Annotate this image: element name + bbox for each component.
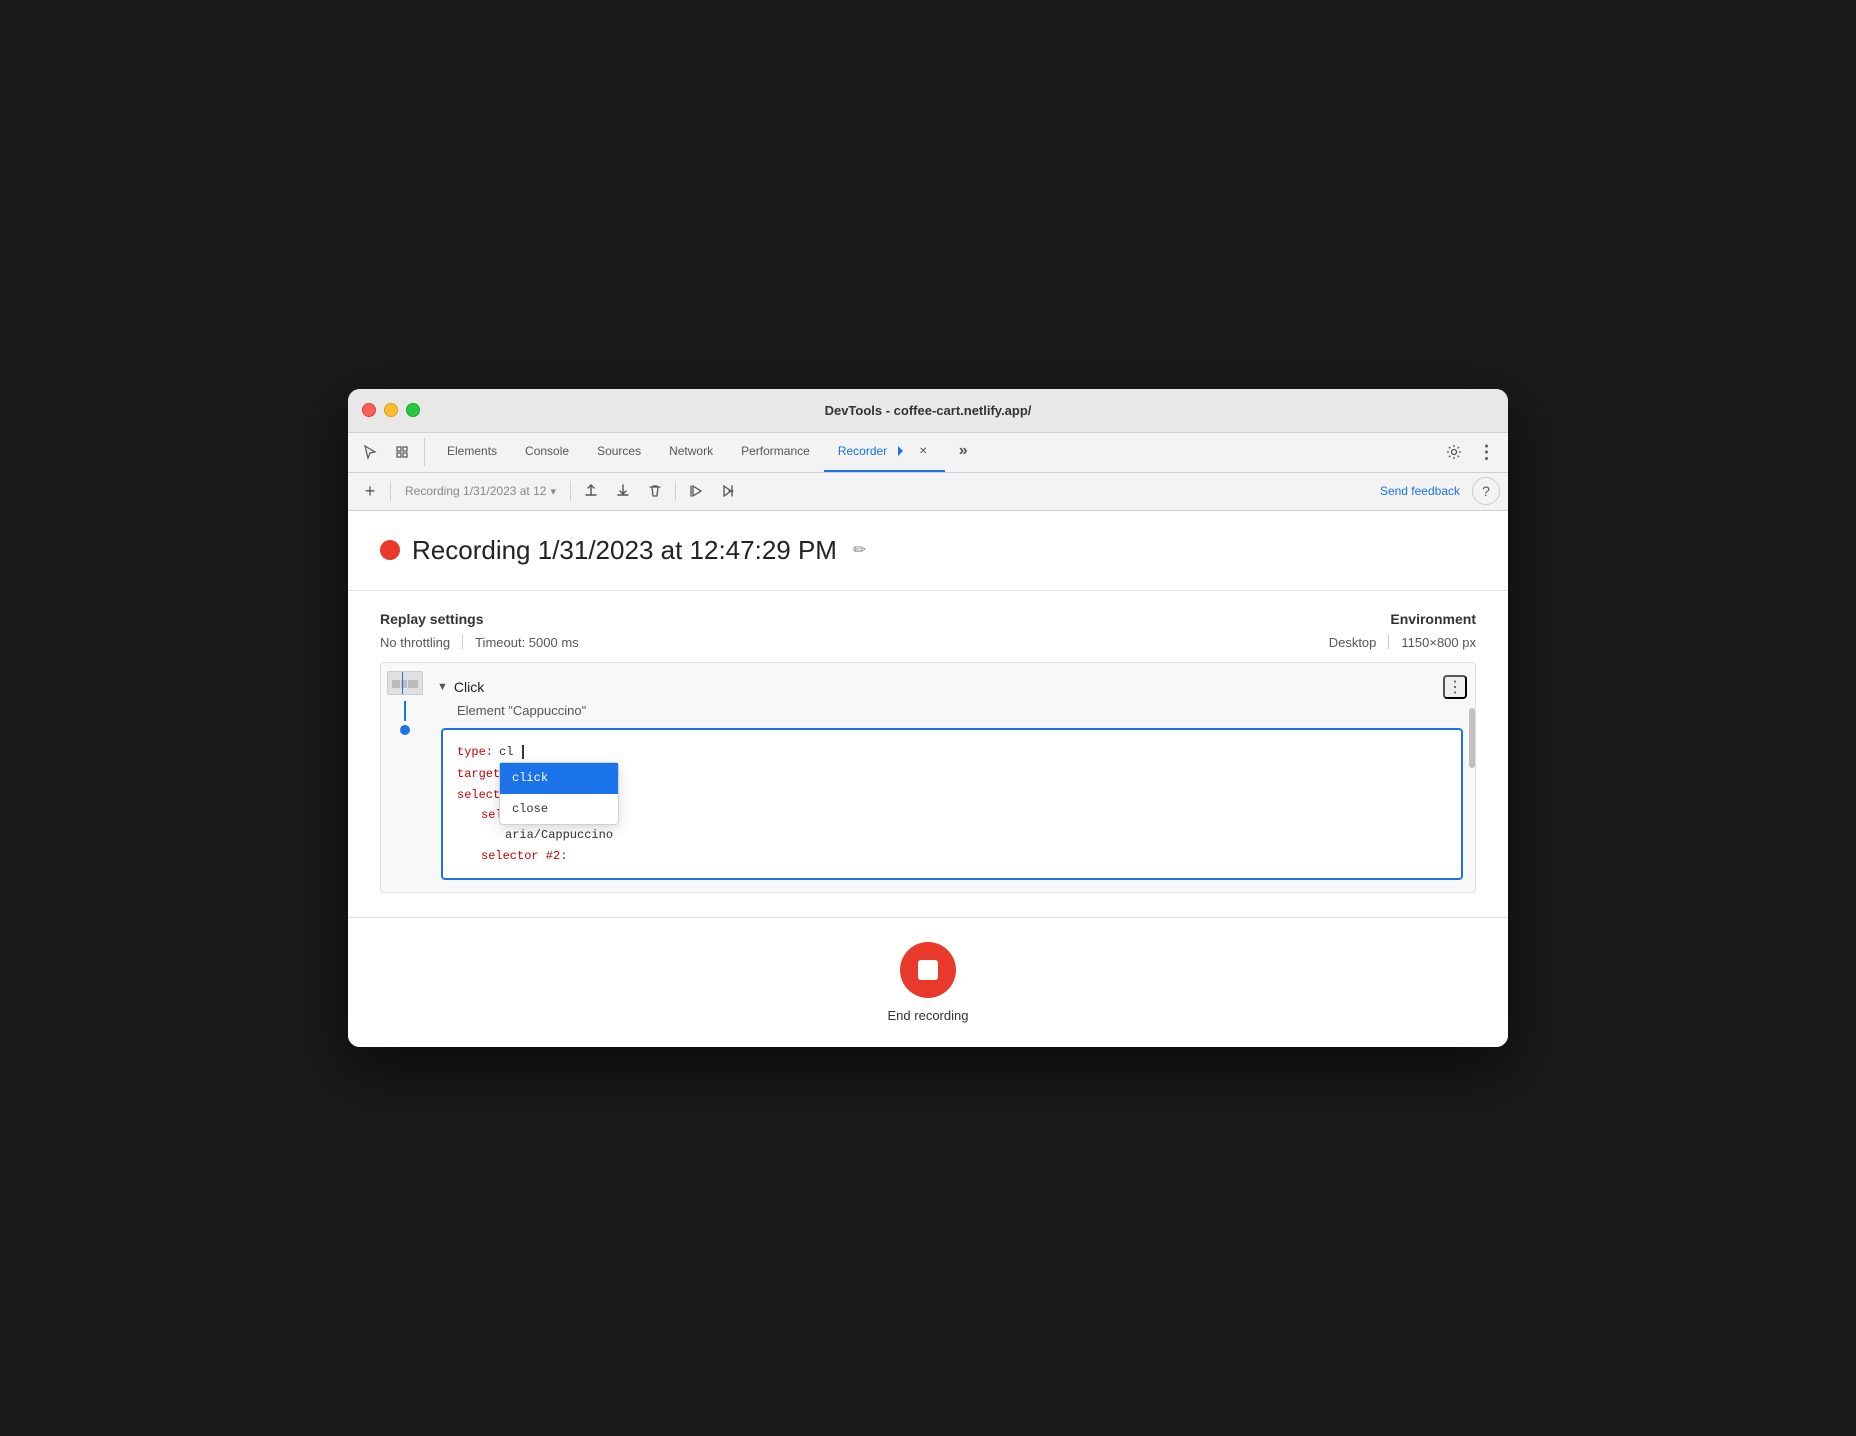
scrollbar-thumb[interactable] [1469, 708, 1475, 768]
export-button[interactable] [577, 477, 605, 505]
type-value: cl [499, 745, 513, 759]
fullscreen-button[interactable] [406, 403, 420, 417]
help-button[interactable]: ? [1472, 477, 1500, 505]
cursor-icon-button[interactable] [356, 438, 384, 466]
window-title: DevTools - coffee-cart.netlify.app/ [825, 403, 1032, 418]
timeout-value: Timeout: 5000 ms [475, 635, 579, 650]
step-thumbnail [387, 671, 423, 695]
more-tabs-button[interactable]: » [949, 432, 977, 472]
autocomplete-item-click[interactable]: click [500, 763, 618, 793]
tab-recorder-close[interactable]: ✕ [915, 443, 931, 459]
recording-header: Recording 1/31/2023 at 12:47:29 PM ✏ [380, 535, 1476, 566]
code-line-type: type: cl click close [457, 742, 1447, 762]
tab-elements[interactable]: Elements [433, 432, 511, 472]
tab-network[interactable]: Network [655, 432, 727, 472]
code-editor[interactable]: type: cl click close [441, 728, 1463, 880]
code-line-selector2: selector #2: [457, 846, 1447, 866]
settings-separator [462, 635, 463, 649]
tab-console[interactable]: Console [511, 432, 583, 472]
titlebar: DevTools - coffee-cart.netlify.app/ [348, 389, 1508, 433]
replay-button[interactable] [682, 477, 710, 505]
send-feedback-button[interactable]: Send feedback [1372, 480, 1468, 502]
environment-title: Environment [1329, 611, 1476, 627]
main-content: Recording 1/31/2023 at 12:47:29 PM ✏ Rep… [348, 511, 1508, 917]
chevron-down-icon: ▾ [550, 485, 556, 498]
tab-bar-right: ⋮ [1440, 438, 1500, 466]
toolbar-divider-2 [570, 481, 571, 501]
step-content: ▼ Click ⋮ Element "Cappuccino" type: [429, 663, 1475, 892]
replay-settings-values: No throttling Timeout: 5000 ms [380, 635, 579, 650]
autocomplete-item-close[interactable]: close [500, 794, 618, 824]
recording-dot [380, 540, 400, 560]
recording-select[interactable]: Recording 1/31/2023 at 12 ▾ [397, 477, 564, 505]
end-recording-label: End recording [888, 1008, 969, 1023]
step-replay-button[interactable] [714, 477, 742, 505]
toolbar-divider-3 [675, 481, 676, 501]
settings-row: Replay settings No throttling Timeout: 5… [380, 611, 1476, 650]
dimensions-value: 1150×800 px [1401, 635, 1476, 650]
new-recording-button[interactable]: + [356, 477, 384, 505]
code-line-selector1-val: aria/Cappuccino [457, 825, 1447, 845]
recorder-toolbar: + Recording 1/31/2023 at 12 ▾ [348, 473, 1508, 511]
step-header: ▼ Click ⋮ [437, 675, 1467, 699]
delete-button[interactable] [641, 477, 669, 505]
step-title-row: ▼ Click [437, 679, 484, 695]
toolbar-divider-1 [390, 481, 391, 501]
recording-title: Recording 1/31/2023 at 12:47:29 PM [412, 535, 837, 566]
tab-recorder[interactable]: Recorder ✕ [824, 432, 945, 472]
step-area-container: ▼ Click ⋮ Element "Cappuccino" type: [380, 662, 1476, 893]
env-separator [1388, 635, 1389, 649]
minimize-button[interactable] [384, 403, 398, 417]
more-options-button[interactable]: ⋮ [1472, 438, 1500, 466]
tab-bar: Elements Console Sources Network Perform… [348, 433, 1508, 473]
step-subtitle: Element "Cappuccino" [457, 703, 1467, 718]
section-divider [348, 590, 1508, 591]
close-button[interactable] [362, 403, 376, 417]
stop-icon [918, 960, 938, 980]
selector-value: aria/Cappuccino [505, 825, 613, 845]
timeline-line [404, 701, 406, 721]
step-name: Click [454, 679, 484, 695]
tab-performance[interactable]: Performance [727, 432, 824, 472]
import-button[interactable] [609, 477, 637, 505]
timeline-dot [400, 725, 410, 735]
step-area: ▼ Click ⋮ Element "Cappuccino" type: [380, 662, 1476, 893]
traffic-lights [362, 403, 420, 417]
autocomplete-dropdown[interactable]: click close [499, 762, 619, 825]
replay-settings: Replay settings No throttling Timeout: 5… [380, 611, 579, 650]
devtools-window: DevTools - coffee-cart.netlify.app/ [348, 389, 1508, 1047]
devtools-body: Elements Console Sources Network Perform… [348, 433, 1508, 1047]
end-recording-area: End recording [348, 917, 1508, 1047]
step-expand-icon[interactable]: ▼ [437, 681, 448, 693]
edit-icon[interactable]: ✏ [853, 540, 866, 560]
throttling-value: No throttling [380, 635, 450, 650]
device-value: Desktop [1329, 635, 1377, 650]
environment-values: Desktop 1150×800 px [1329, 635, 1476, 650]
replay-settings-title: Replay settings [380, 611, 579, 627]
end-recording-button[interactable] [900, 942, 956, 998]
scrollbar-track[interactable] [1468, 662, 1476, 893]
environment-settings: Environment Desktop 1150×800 px [1329, 611, 1476, 650]
cursor-blink [522, 745, 524, 759]
selector2-label: selector #2: [481, 846, 567, 866]
step-more-button[interactable]: ⋮ [1443, 675, 1467, 699]
tab-bar-icons [356, 438, 425, 466]
type-key: type: [457, 742, 493, 762]
target-key: target [457, 764, 500, 784]
layers-icon-button[interactable] [388, 438, 416, 466]
type-autocomplete: cl click close [499, 742, 524, 762]
step-timeline: ▼ Click ⋮ Element "Cappuccino" type: [381, 663, 1475, 892]
settings-icon-button[interactable] [1440, 438, 1468, 466]
tab-sources[interactable]: Sources [583, 432, 655, 472]
timeline-bar [381, 663, 429, 735]
